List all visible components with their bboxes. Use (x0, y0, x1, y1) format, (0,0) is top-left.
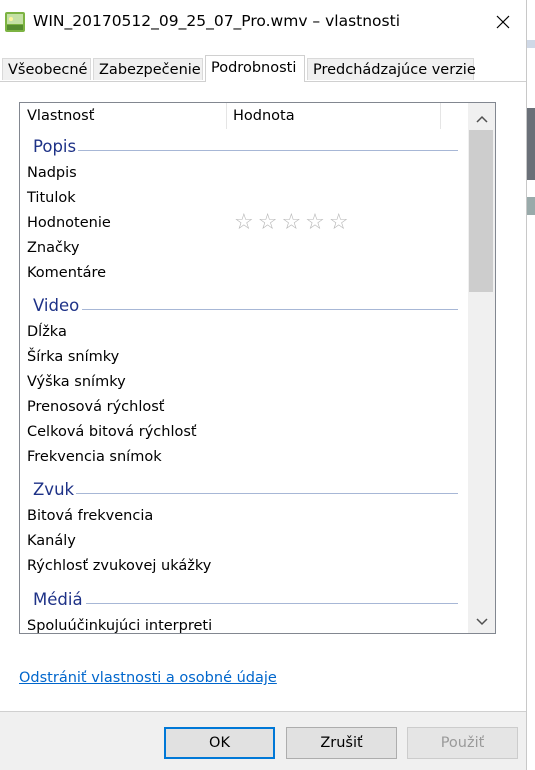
remove-properties-link[interactable]: Odstrániť vlastnosti a osobné údaje (19, 670, 277, 686)
group-label: Popis (33, 137, 77, 156)
scroll-up-button[interactable] (468, 108, 495, 130)
background-window-detail (527, 40, 535, 48)
background-window-detail (527, 197, 535, 215)
ok-button[interactable]: OK (164, 727, 275, 759)
tab-general[interactable]: Všeobecné (2, 58, 91, 80)
video-file-icon (5, 12, 25, 32)
group-divider (78, 150, 458, 151)
list-item[interactable]: Bitová frekvencia (27, 508, 153, 524)
list-item[interactable]: Šírka snímky (27, 349, 119, 365)
list-item[interactable]: Značky (27, 240, 79, 256)
vertical-scrollbar[interactable] (468, 103, 495, 633)
list-item[interactable]: Komentáre (27, 265, 106, 281)
title-bar[interactable]: WIN_20170512_09_25_07_Pro.wmv – vlastnos… (0, 0, 526, 44)
list-item[interactable]: Nadpis (27, 165, 77, 181)
group-divider (86, 603, 458, 604)
column-divider[interactable] (440, 103, 441, 129)
list-item[interactable]: Výška snímky (27, 374, 126, 390)
tab-previous-versions[interactable]: Predchádzajúce verzie (307, 58, 476, 80)
list-item[interactable]: Prenosová rýchlosť (27, 399, 164, 415)
group-label: Zvuk (33, 480, 75, 499)
tab-strip: Všeobecné Zabezpečenie Podrobnosti Predc… (0, 55, 526, 82)
properties-list[interactable]: Vlastnosť Hodnota Popis Nadpis Titulok H… (19, 102, 496, 634)
list-item[interactable]: Spoluúčinkujúci interpreti (27, 618, 212, 633)
list-item[interactable]: Dĺžka (27, 324, 67, 340)
group-divider (82, 309, 458, 310)
close-icon (496, 15, 510, 29)
column-divider[interactable] (226, 103, 227, 129)
apply-button[interactable]: Použiť (407, 727, 518, 759)
group-header-zvuk[interactable]: Zvuk (20, 477, 467, 502)
window-title: WIN_20170512_09_25_07_Pro.wmv – vlastnos… (33, 12, 400, 30)
column-header-property[interactable]: Vlastnosť (27, 108, 94, 124)
list-header: Vlastnosť Hodnota (20, 103, 467, 129)
list-item[interactable]: Kanály (27, 533, 76, 549)
group-label: Médiá (33, 590, 83, 609)
tab-security[interactable]: Zabezpečenie (93, 58, 203, 80)
column-header-value[interactable]: Hodnota (233, 108, 295, 124)
list-item[interactable]: Celková bitová rýchlosť (27, 424, 197, 440)
list-item[interactable]: Frekvencia snímok (27, 449, 162, 465)
properties-dialog: WIN_20170512_09_25_07_Pro.wmv – vlastnos… (0, 0, 527, 770)
background-window-thumbnail (527, 108, 535, 180)
cancel-button[interactable]: Zrušiť (286, 727, 397, 759)
chevron-up-icon (475, 115, 488, 123)
group-label: Video (33, 296, 80, 315)
list-item[interactable]: Rýchlosť zvukovej ukážky (27, 558, 211, 574)
scroll-thumb[interactable] (469, 130, 493, 292)
chevron-down-icon (475, 618, 488, 626)
group-divider (76, 493, 458, 494)
tab-details[interactable]: Podrobnosti (205, 55, 305, 82)
scroll-down-button[interactable] (468, 611, 495, 633)
list-item[interactable]: Titulok (27, 190, 76, 206)
group-header-popis[interactable]: Popis (20, 134, 467, 159)
list-item[interactable]: Hodnotenie (27, 215, 111, 231)
rating-stars[interactable]: ☆☆☆☆☆ (234, 210, 353, 235)
group-header-media[interactable]: Médiá (20, 587, 467, 612)
close-button[interactable] (480, 0, 526, 44)
button-bar: OK Zrušiť Použiť (0, 712, 526, 770)
group-header-video[interactable]: Video (20, 293, 467, 318)
